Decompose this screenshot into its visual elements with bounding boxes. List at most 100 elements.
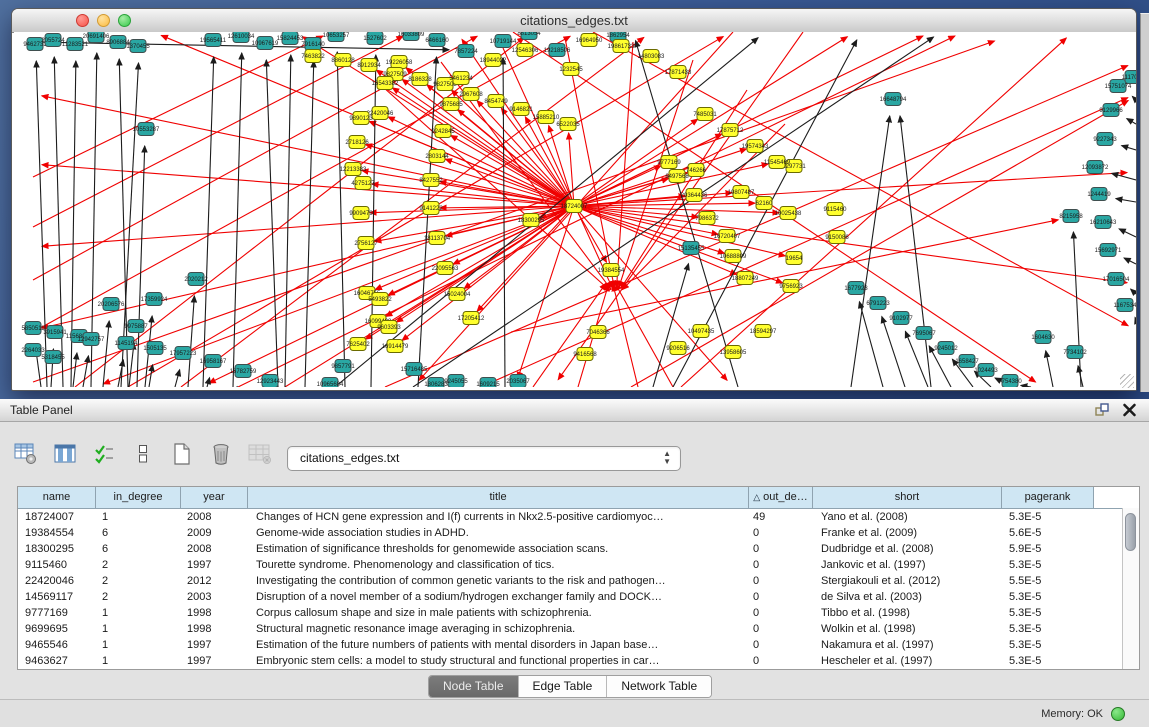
graph-node[interactable]: 15692971 <box>1095 244 1122 257</box>
graph-node[interactable]: 12213383 <box>340 163 367 176</box>
graph-node[interactable]: 16720407 <box>714 230 741 243</box>
graph-edge[interactable] <box>385 66 1128 387</box>
graph-node[interactable]: 2035067 <box>506 375 530 388</box>
graph-node[interactable]: 1370455 <box>126 40 150 53</box>
graph-node[interactable]: 1232545 <box>559 63 583 76</box>
network-canvas[interactable]: 9462733205572411283521206914068906884137… <box>14 32 1136 390</box>
graph-node[interactable]: 9227343 <box>1093 133 1117 146</box>
graph-edge[interactable] <box>188 296 194 387</box>
graph-node[interactable]: 9146821 <box>509 103 533 116</box>
graph-node[interactable]: 9857791 <box>331 360 355 373</box>
graph-node[interactable]: 17016504 <box>1103 273 1130 286</box>
graph-node[interactable]: 17205412 <box>458 312 485 325</box>
graph-edge[interactable] <box>1021 385 1031 387</box>
graph-node[interactable]: 8215958 <box>1059 210 1083 223</box>
network-window-titlebar[interactable]: citations_edges.txt <box>12 9 1136 33</box>
graph-edge[interactable] <box>285 55 291 387</box>
close-panel-icon[interactable] <box>1122 402 1137 418</box>
graph-edge[interactable] <box>613 285 638 387</box>
graph-edge[interactable] <box>33 42 449 50</box>
graph-node[interactable]: 9245055 <box>444 375 468 388</box>
graph-node[interactable]: 10653257 <box>323 32 350 42</box>
graph-edge[interactable] <box>1046 351 1053 387</box>
graph-node[interactable]: 16210643 <box>1090 216 1117 229</box>
graph-node[interactable]: 7857224 <box>454 45 478 58</box>
graph-edge[interactable] <box>149 365 153 387</box>
table-row[interactable]: 969969511998Structural magnetic resonanc… <box>18 621 1139 637</box>
graph-node[interactable]: 10688809 <box>720 250 747 263</box>
table-row[interactable]: 1872400712008Changes of HCN gene express… <box>18 509 1139 525</box>
graph-edge[interactable] <box>209 206 574 383</box>
graph-node[interactable]: 2020212 <box>184 273 208 286</box>
graph-node[interactable]: 9975887 <box>124 320 148 333</box>
graph-node[interactable]: 8454749 <box>484 95 508 108</box>
graph-node[interactable]: 9875685 <box>439 98 463 111</box>
graph-node[interactable]: 8912934 <box>357 59 381 72</box>
table-row[interactable]: 2242004622012Investigating the contribut… <box>18 573 1139 589</box>
graph-node[interactable]: 9603393 <box>377 321 401 334</box>
graph-edge[interactable] <box>1073 232 1081 387</box>
table-mode-icon[interactable] <box>14 442 38 466</box>
graph-node[interactable]: 9115460 <box>824 203 848 216</box>
graph-node[interactable]: 1145194 <box>115 337 139 350</box>
column-selection-icon[interactable] <box>92 442 116 466</box>
graph-node[interactable]: 6466160 <box>425 34 449 47</box>
graph-edge[interactable] <box>574 173 1127 206</box>
graph-node[interactable]: 9150086 <box>825 231 849 244</box>
graph-node[interactable]: 1024493 <box>974 364 998 377</box>
graph-edge[interactable] <box>615 284 673 387</box>
table-scrollbar[interactable] <box>1122 508 1139 669</box>
graph-node[interactable]: 1527602 <box>363 32 387 45</box>
graph-node[interactable]: 4275127 <box>351 177 375 190</box>
graph-edge[interactable] <box>851 116 890 387</box>
graph-edge[interactable] <box>33 36 570 332</box>
graph-edge[interactable] <box>388 117 574 206</box>
graph-edge[interactable] <box>233 53 242 387</box>
graph-node[interactable]: 8427552 <box>419 174 443 187</box>
graph-node[interactable]: 19654 <box>786 252 803 265</box>
graph-node[interactable]: 5461234 <box>449 72 473 85</box>
graph-node[interactable]: 12093872 <box>1082 161 1109 174</box>
row-height-icon[interactable] <box>131 442 155 466</box>
graph-node[interactable]: 9206516 <box>666 342 690 355</box>
graph-node[interactable]: 7986372 <box>695 212 719 225</box>
graph-node[interactable]: 20206576 <box>98 298 125 311</box>
column-header-out_de[interactable]: △out_de… <box>749 487 813 508</box>
show-columns-icon[interactable] <box>53 442 77 466</box>
graph-node[interactable]: 10553287 <box>133 123 160 136</box>
graph-edge[interactable] <box>42 206 574 246</box>
table-row[interactable]: 911546021997Tourette syndrome. Phenomeno… <box>18 557 1139 573</box>
graph-node[interactable]: 1658427 <box>955 355 979 368</box>
graph-edge[interactable] <box>1127 119 1136 124</box>
graph-node[interactable]: 1505135 <box>143 342 167 355</box>
table-row[interactable]: 1938455462009Genome-wide association stu… <box>18 525 1139 541</box>
graph-edge[interactable] <box>574 206 1127 283</box>
column-header-year[interactable]: year <box>181 487 248 508</box>
graph-node[interactable]: 8813054 <box>517 32 541 40</box>
graph-node[interactable]: 15824453 <box>277 32 304 45</box>
graph-node[interactable]: 9416568 <box>573 348 597 361</box>
graph-edge[interactable] <box>1131 289 1136 294</box>
graph-node[interactable]: 2803144 <box>425 150 449 163</box>
graph-edge[interactable] <box>33 36 323 177</box>
graph-edge[interactable] <box>118 360 123 387</box>
graph-node[interactable]: 17359924 <box>141 293 168 306</box>
graph-node[interactable]: 7625402 <box>346 338 370 351</box>
graph-edge[interactable] <box>574 206 727 380</box>
graph-node[interactable]: 1609215 <box>476 378 500 388</box>
graph-edge[interactable] <box>73 353 77 387</box>
tab-edge-table[interactable]: Edge Table <box>519 676 608 697</box>
graph-node[interactable]: 2967608 <box>459 88 483 101</box>
tab-network-table[interactable]: Network Table <box>607 676 711 697</box>
graph-node[interactable]: 9909479 <box>349 207 373 220</box>
graph-node[interactable]: 9777169 <box>657 156 681 169</box>
graph-node[interactable]: 16914479 <box>382 340 409 353</box>
graph-edge[interactable] <box>1119 229 1136 237</box>
graph-node[interactable]: 2756127 <box>354 237 378 250</box>
graph-edge[interactable] <box>681 38 1066 387</box>
table-row[interactable]: 946362711997Embryonic stem cells: a mode… <box>18 653 1139 669</box>
graph-edge[interactable] <box>175 370 180 387</box>
graph-edge[interactable] <box>1112 173 1136 180</box>
graph-node[interactable]: 16648794 <box>880 93 907 106</box>
table-row[interactable]: 1830029562008Estimation of significance … <box>18 541 1139 557</box>
